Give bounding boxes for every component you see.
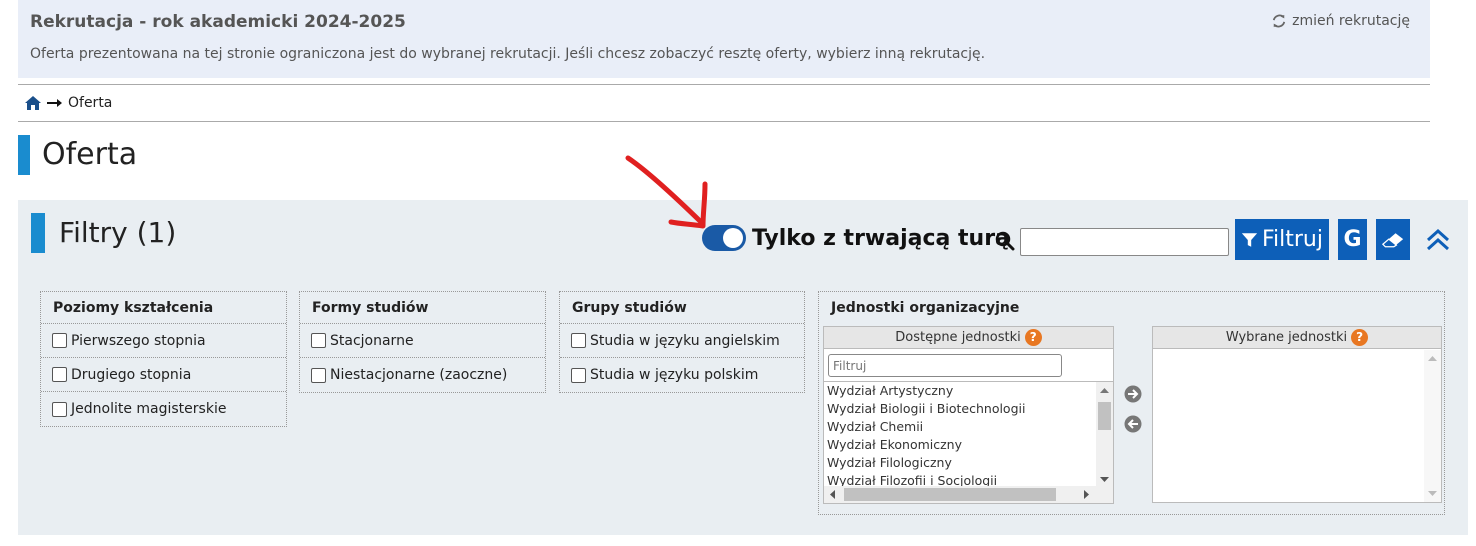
list-item[interactable]: Wydział Biologii i Biotechnologii xyxy=(824,400,1113,418)
scroll-down-icon[interactable] xyxy=(1096,472,1113,486)
list-item[interactable]: Wydział Filologiczny xyxy=(824,454,1113,472)
available-units-filter-input[interactable] xyxy=(828,354,1062,377)
page-title: Oferta xyxy=(18,135,137,175)
scroll-right-icon[interactable] xyxy=(1079,486,1093,503)
checkbox[interactable] xyxy=(311,367,326,383)
home-icon[interactable] xyxy=(24,95,42,111)
checkbox-label: Jednolite magisterskie xyxy=(71,401,227,417)
checkbox[interactable] xyxy=(311,333,326,348)
move-right-icon[interactable] xyxy=(1124,385,1142,403)
ongoing-round-toggle[interactable] xyxy=(702,225,746,251)
checkbox-label: Studia w języku polskim xyxy=(590,367,759,383)
selected-units-label: Wybrane jednostki xyxy=(1225,329,1348,345)
available-units-box: Dostępne jednostki ? Wydział Artystyczny… xyxy=(823,326,1114,504)
change-recruitment-label: zmień rekrutację xyxy=(1292,13,1410,29)
checkbox-label: Stacjonarne xyxy=(330,332,414,349)
breadcrumb-current: Oferta xyxy=(68,95,113,111)
selected-units-header: Wybrane jednostki ? xyxy=(1153,327,1441,349)
checkbox-row[interactable]: Niestacjonarne (zaoczne) xyxy=(300,358,545,392)
help-icon[interactable]: ? xyxy=(1024,329,1042,346)
checkbox-row[interactable]: Jednolite magisterskie xyxy=(41,392,286,426)
available-units-header: Dostępne jednostki ? xyxy=(824,327,1113,349)
checkbox-row[interactable]: Stacjonarne xyxy=(300,324,545,358)
scroll-thumb[interactable] xyxy=(844,488,1056,501)
vertical-scrollbar[interactable] xyxy=(1424,350,1441,502)
checkbox-row[interactable]: Studia w języku angielskim xyxy=(560,324,804,358)
refresh-icon xyxy=(1273,14,1286,28)
collapse-chevron-icon[interactable] xyxy=(1425,226,1451,252)
filter-group-levels: Poziomy kształcenia Pierwszego stopnia D… xyxy=(40,291,287,427)
checkbox-row[interactable]: Drugiego stopnia xyxy=(41,358,286,392)
checkbox-row[interactable]: Studia w języku polskim xyxy=(560,358,804,392)
horizontal-scrollbar[interactable] xyxy=(824,486,1113,503)
filter-group-study-groups: Grupy studiów Studia w języku angielskim… xyxy=(559,291,805,393)
scroll-down-icon[interactable] xyxy=(1424,486,1441,500)
google-button[interactable]: G xyxy=(1338,219,1367,260)
ongoing-round-label: Tylko z trwającą turą xyxy=(752,225,1010,251)
vertical-scrollbar[interactable] xyxy=(1096,382,1113,486)
checkbox[interactable] xyxy=(52,401,67,417)
scroll-up-icon[interactable] xyxy=(1424,352,1441,366)
change-recruitment-link[interactable]: zmień rekrutację xyxy=(1272,13,1410,29)
group-header: Jednostki organizacyjne xyxy=(831,300,1020,316)
banner-description: Oferta prezentowana na tej stronie ogran… xyxy=(30,46,986,62)
breadcrumb: Oferta xyxy=(18,84,1430,122)
group-header: Formy studiów xyxy=(300,292,545,324)
arrow-right-icon xyxy=(47,98,63,108)
clear-filters-button[interactable] xyxy=(1376,219,1410,260)
filter-icon xyxy=(1241,232,1258,247)
list-item[interactable]: Wydział Chemii xyxy=(824,418,1113,436)
filters-title: Filtry (1) xyxy=(31,213,176,253)
search-icon xyxy=(995,231,1015,251)
checkbox[interactable] xyxy=(52,333,67,348)
checkbox-label: Studia w języku angielskim xyxy=(590,332,780,349)
list-item[interactable]: Wydział Artystyczny xyxy=(824,382,1113,400)
group-header: Poziomy kształcenia xyxy=(41,292,286,324)
checkbox-label: Niestacjonarne (zaoczne) xyxy=(330,367,508,383)
ongoing-round-toggle-wrap: Tylko z trwającą turą xyxy=(702,225,1010,251)
checkbox-label: Drugiego stopnia xyxy=(71,366,192,383)
checkbox[interactable] xyxy=(571,333,586,348)
search-input[interactable] xyxy=(1020,228,1229,256)
recruitment-banner: Rekrutacja - rok akademicki 2024-2025 Of… xyxy=(18,0,1430,78)
toggle-knob xyxy=(723,228,743,248)
checkbox[interactable] xyxy=(52,367,67,382)
group-header: Grupy studiów xyxy=(560,292,804,324)
list-item[interactable]: Wydział Ekonomiczny xyxy=(824,436,1113,454)
org-units-filter: Jednostki organizacyjne Dostępne jednost… xyxy=(818,291,1445,515)
scroll-up-icon[interactable] xyxy=(1096,384,1113,398)
help-icon[interactable]: ? xyxy=(1351,329,1369,346)
filter-button-label: Filtruj xyxy=(1261,227,1323,252)
checkbox[interactable] xyxy=(571,367,586,383)
filter-button[interactable]: Filtruj xyxy=(1235,219,1329,260)
available-units-list[interactable]: Wydział Artystyczny Wydział Biologii i B… xyxy=(824,381,1113,503)
filters-panel: Filtry (1) Tylko z trwającą turą Filtruj… xyxy=(18,155,1468,535)
scroll-left-icon[interactable] xyxy=(826,486,840,503)
checkbox-row[interactable]: Pierwszego stopnia xyxy=(41,324,286,358)
available-units-label: Dostępne jednostki xyxy=(895,329,1021,345)
move-left-icon[interactable] xyxy=(1124,415,1142,433)
checkbox-label: Pierwszego stopnia xyxy=(71,332,206,349)
scroll-thumb[interactable] xyxy=(1098,402,1111,430)
filter-group-forms: Formy studiów Stacjonarne Niestacjonarne… xyxy=(299,291,546,393)
selected-units-box[interactable]: Wybrane jednostki ? xyxy=(1152,326,1442,503)
eraser-icon xyxy=(1382,232,1404,247)
banner-title: Rekrutacja - rok akademicki 2024-2025 xyxy=(30,12,406,32)
